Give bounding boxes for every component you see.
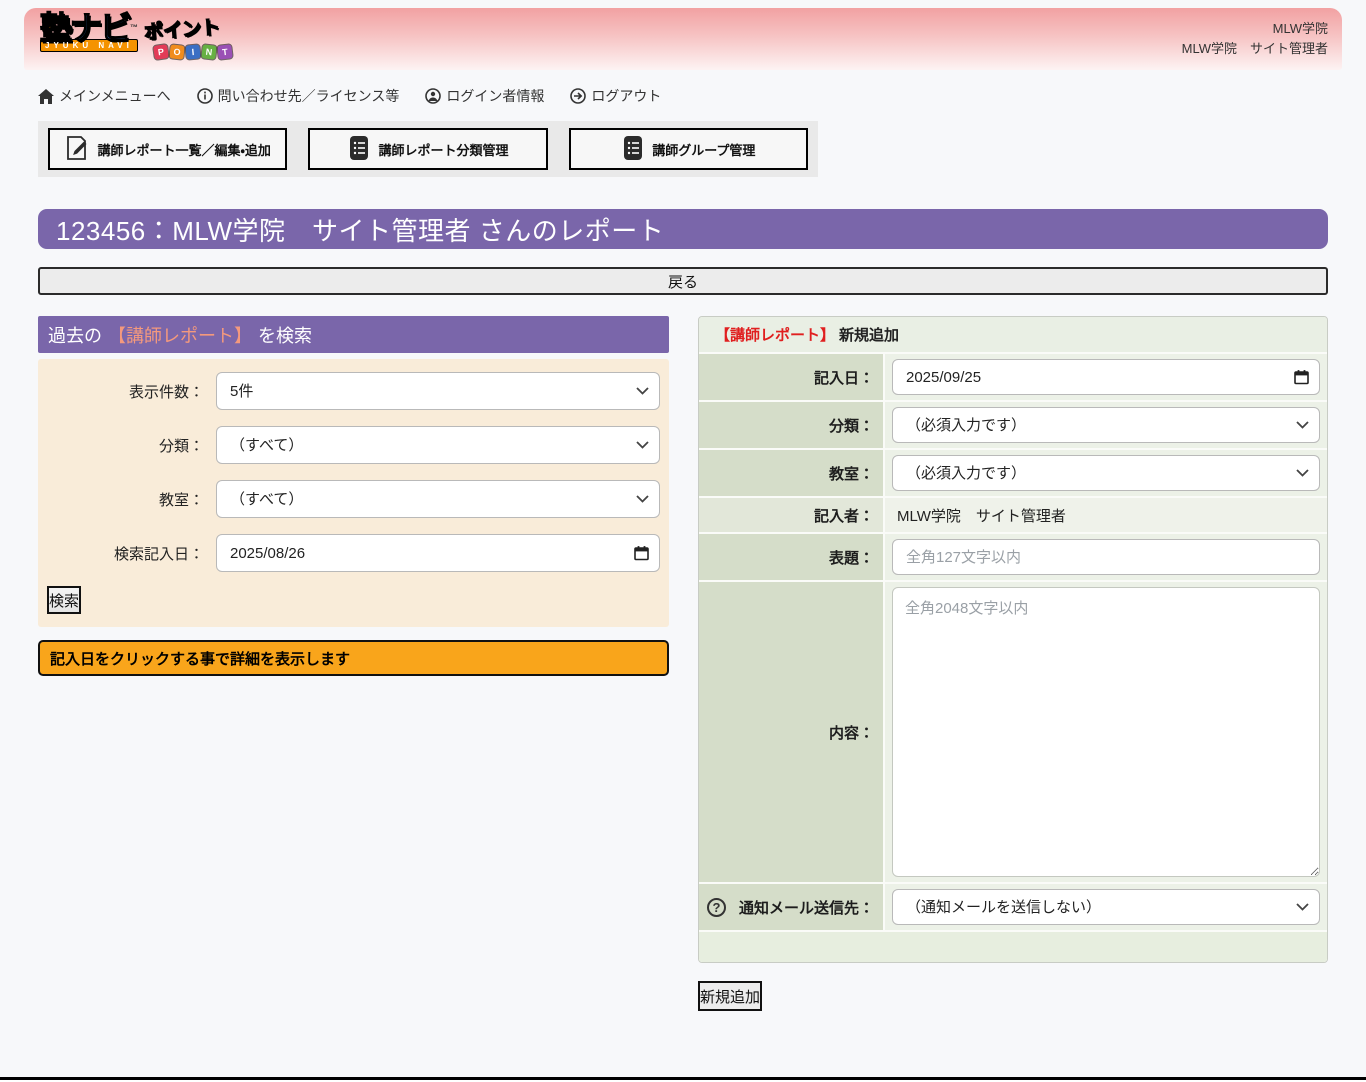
new-report-form: 【講師レポート】 新規追加 記入日： 分類： [698, 316, 1328, 963]
subject-input[interactable] [892, 539, 1320, 575]
search-button[interactable]: 検索 [47, 586, 81, 614]
room-filter-select[interactable]: （すべて） [216, 480, 660, 518]
room-label: 教室： [699, 450, 883, 496]
room-filter-row: 教室： （すべて） [38, 480, 660, 518]
main-content: 過去の 【講師レポート】 を検索 表示件数： 5件 分類： [38, 316, 1328, 1011]
nav-main-menu-label: メインメニューへ [59, 86, 171, 106]
notify-mail-label-cell: ? 通知メール送信先： [699, 884, 883, 930]
top-nav: メインメニューへ 問い合わせ先／ライセンス等 ログイン者情報 ログアウト [38, 86, 1366, 106]
back-button[interactable]: 戻る [38, 267, 1328, 295]
nav-login-info[interactable]: ログイン者情報 [425, 86, 544, 106]
notify-mail-select[interactable]: （通知メールを送信しない） [892, 889, 1320, 925]
search-panel-title: 過去の 【講師レポート】 を検索 [38, 316, 669, 353]
nav-contact-license-label: 問い合わせ先／ライセンス等 [218, 86, 400, 106]
search-date-input[interactable] [216, 534, 660, 572]
search-form: 表示件数： 5件 分類： （すべて） [38, 359, 669, 627]
category-filter-label: 分類： [38, 435, 216, 456]
category-filter-select[interactable]: （すべて） [216, 426, 660, 464]
room-cell: （必須入力です） [885, 450, 1327, 496]
entry-date-cell [885, 354, 1327, 400]
logo-tile-n: N [201, 44, 217, 60]
subject-cell [885, 534, 1327, 580]
category-select[interactable]: （必須入力です） [892, 407, 1320, 443]
list-document-icon [621, 135, 645, 164]
search-date-label: 検索記入日： [38, 543, 216, 564]
report-category-button[interactable]: 講師レポート分類管理 [308, 128, 547, 170]
login-user-info: MLW学院 MLW学院 サイト管理者 [1182, 13, 1328, 59]
category-label: 分類： [699, 402, 883, 448]
room-select[interactable]: （必須入力です） [892, 455, 1320, 491]
report-list-edit-button[interactable]: 講師レポート一覧／編集・追加 [48, 128, 287, 170]
teacher-group-button[interactable]: 講師グループ管理 [569, 128, 808, 170]
display-count-label: 表示件数： [38, 381, 216, 402]
search-date-row: 検索記入日： [38, 534, 660, 572]
nav-login-info-label: ログイン者情報 [446, 86, 544, 106]
logo-point-jp: ポイント [143, 12, 221, 44]
past-report-search-panel: 過去の 【講師レポート】 を検索 表示件数： 5件 分類： [38, 316, 669, 676]
entry-date-label: 記入日： [699, 354, 883, 400]
nav-logout-label: ログアウト [591, 86, 661, 106]
app-logo[interactable]: 塾ナビ™ JYUKU NAVI ポイント P O I N T [40, 13, 232, 59]
report-toolbar: 講師レポート一覧／編集・追加 講師レポート分類管理 講師グループ管理 [38, 121, 818, 177]
content-label: 内容： [699, 582, 883, 882]
category-cell: （必須入力です） [885, 402, 1327, 448]
notify-mail-label: 通知メール送信先： [739, 897, 874, 918]
category-filter-row: 分類： （すべて） [38, 426, 660, 464]
search-title-highlight: 【講師レポート】 [108, 322, 252, 348]
display-count-select[interactable]: 5件 [216, 372, 660, 410]
footer-divider [0, 1077, 1366, 1082]
new-report-panel: 【講師レポート】 新規追加 記入日： 分類： [698, 316, 1328, 1011]
report-category-label: 講師レポート分類管理 [378, 140, 508, 159]
logout-icon [570, 88, 586, 104]
home-icon [38, 89, 54, 104]
display-count-row: 表示件数： 5件 [38, 372, 660, 410]
logo-point-tiles: P O I N T [154, 45, 232, 59]
author-value: MLW学院 サイト管理者 [885, 498, 1327, 532]
edit-document-icon [64, 135, 90, 164]
content-cell [885, 582, 1327, 882]
teacher-group-label: 講師グループ管理 [652, 140, 755, 159]
report-list-edit-label: 講師レポート一覧／編集・追加 [97, 140, 270, 159]
school-name: MLW学院 [1182, 19, 1328, 39]
info-icon [197, 88, 213, 104]
nav-main-menu[interactable]: メインメニューへ [38, 86, 171, 106]
logo-tile-p: P [153, 44, 169, 60]
submit-new-report-button[interactable]: 新規追加 [698, 981, 762, 1011]
nav-contact-license[interactable]: 問い合わせ先／ライセンス等 [197, 86, 400, 106]
header-banner: 塾ナビ™ JYUKU NAVI ポイント P O I N T MLW学院 MLW… [24, 8, 1342, 70]
logo-tile-i: I [185, 44, 200, 59]
subject-label: 表題： [699, 534, 883, 580]
nav-logout[interactable]: ログアウト [570, 86, 661, 106]
page-title: 123456：MLW学院 サイト管理者 さんのレポート [38, 209, 1328, 249]
person-icon [425, 88, 441, 104]
room-filter-label: 教室： [38, 489, 216, 510]
list-document-icon [347, 135, 371, 164]
logo-banner-text: JYUKU NAVI [40, 39, 138, 52]
logo-trademark: ™ [130, 23, 136, 32]
author-label: 記入者： [699, 498, 883, 532]
help-icon[interactable]: ? [707, 898, 726, 917]
panel-footer-strip [699, 932, 1327, 962]
content-textarea[interactable] [892, 587, 1320, 877]
new-report-title-highlight: 【講師レポート】 [715, 324, 835, 345]
detail-hint-banner: 記入日をクリックする事で詳細を表示します [38, 640, 669, 676]
entry-date-input[interactable] [892, 359, 1320, 395]
new-report-title: 【講師レポート】 新規追加 [699, 317, 1327, 354]
page: 塾ナビ™ JYUKU NAVI ポイント P O I N T MLW学院 MLW… [0, 0, 1366, 1082]
logo-tile-o: O [169, 44, 184, 59]
user-name: MLW学院 サイト管理者 [1182, 39, 1328, 59]
notify-mail-cell: （通知メールを送信しない） [885, 884, 1327, 930]
logo-tile-t: T [217, 44, 233, 60]
